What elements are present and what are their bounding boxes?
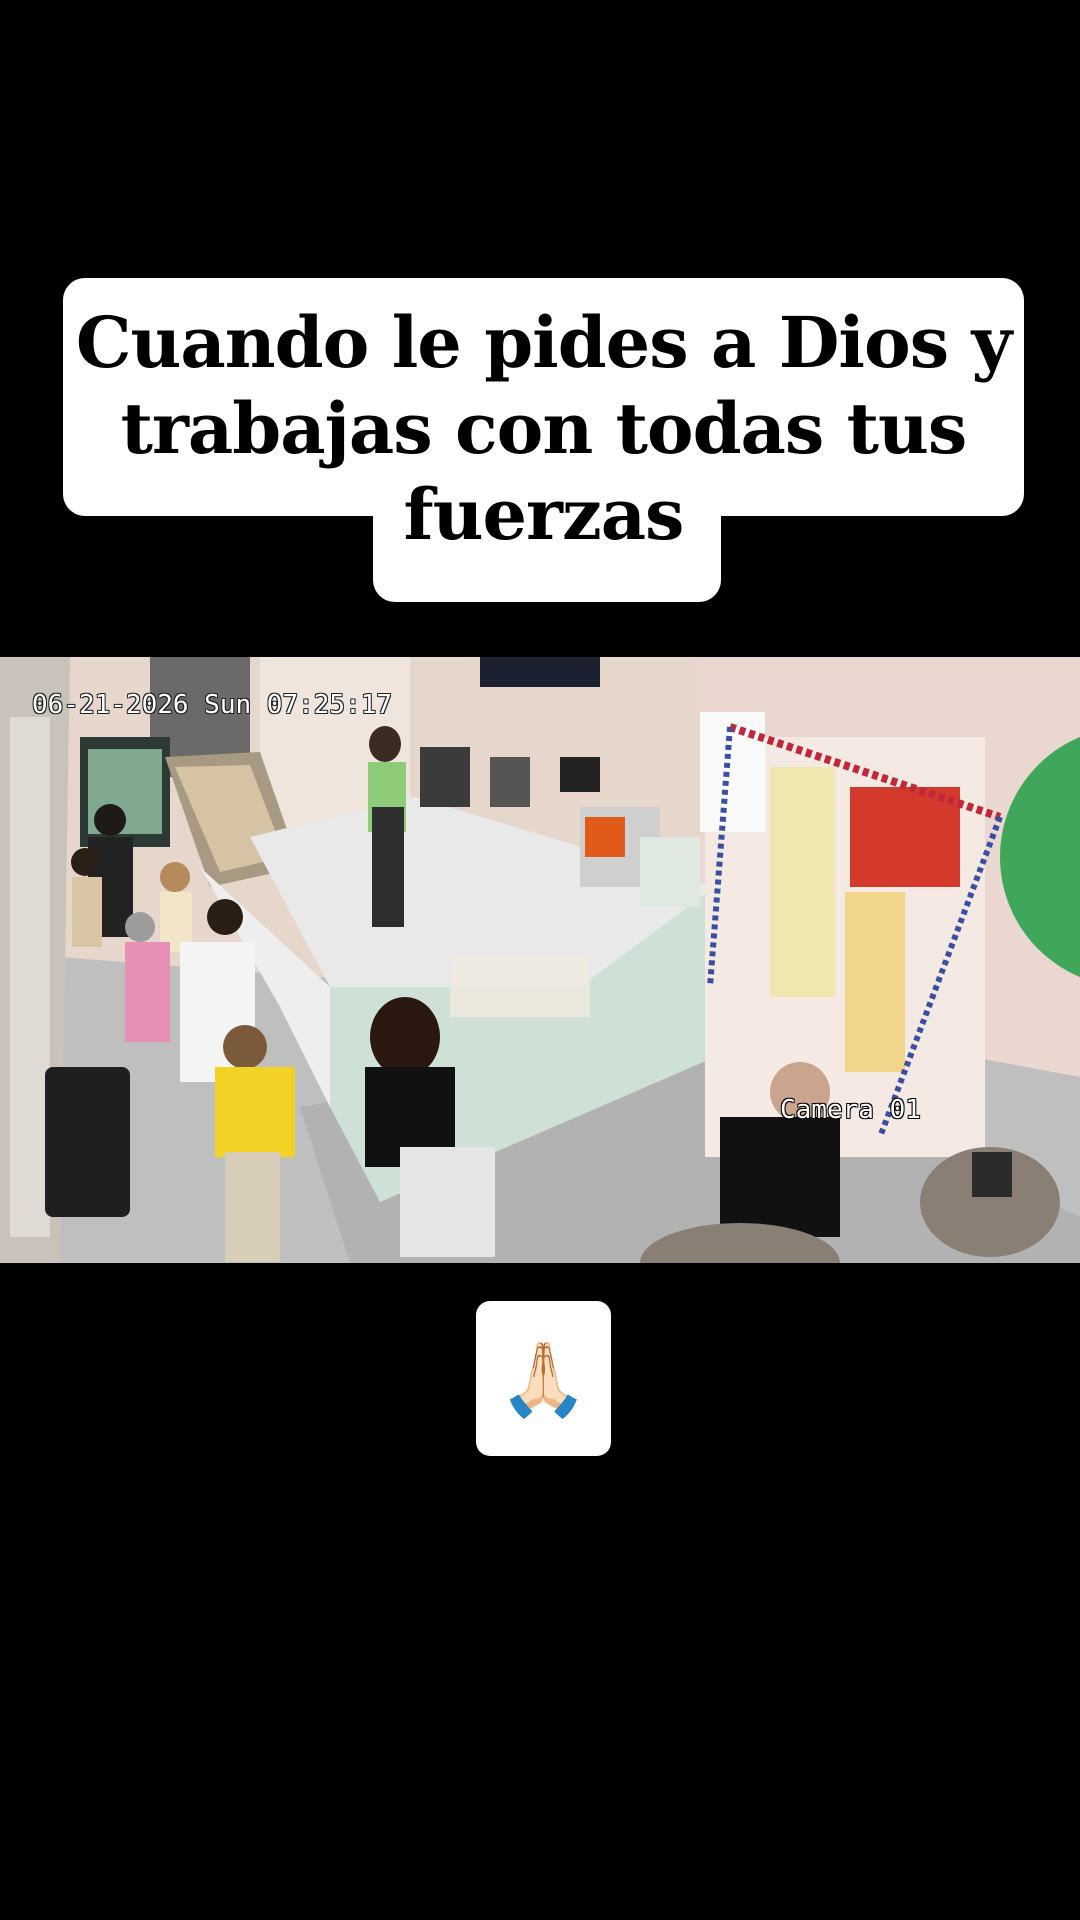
praying-hands-icon: 🙏🏻 [498, 1336, 589, 1421]
cctv-scene [0, 657, 1080, 1263]
caption-text: Cuando le pides a Dios y trabajas con to… [75, 301, 1012, 556]
video-player[interactable]: 06-21-2026 Sun 07:25:17 Camera 01 [0, 657, 1080, 1263]
emoji-card: 🙏🏻 [476, 1301, 611, 1456]
camera-label: Camera 01 [780, 1095, 921, 1125]
cctv-timestamp: 06-21-2026 Sun 07:25:17 [32, 690, 393, 720]
